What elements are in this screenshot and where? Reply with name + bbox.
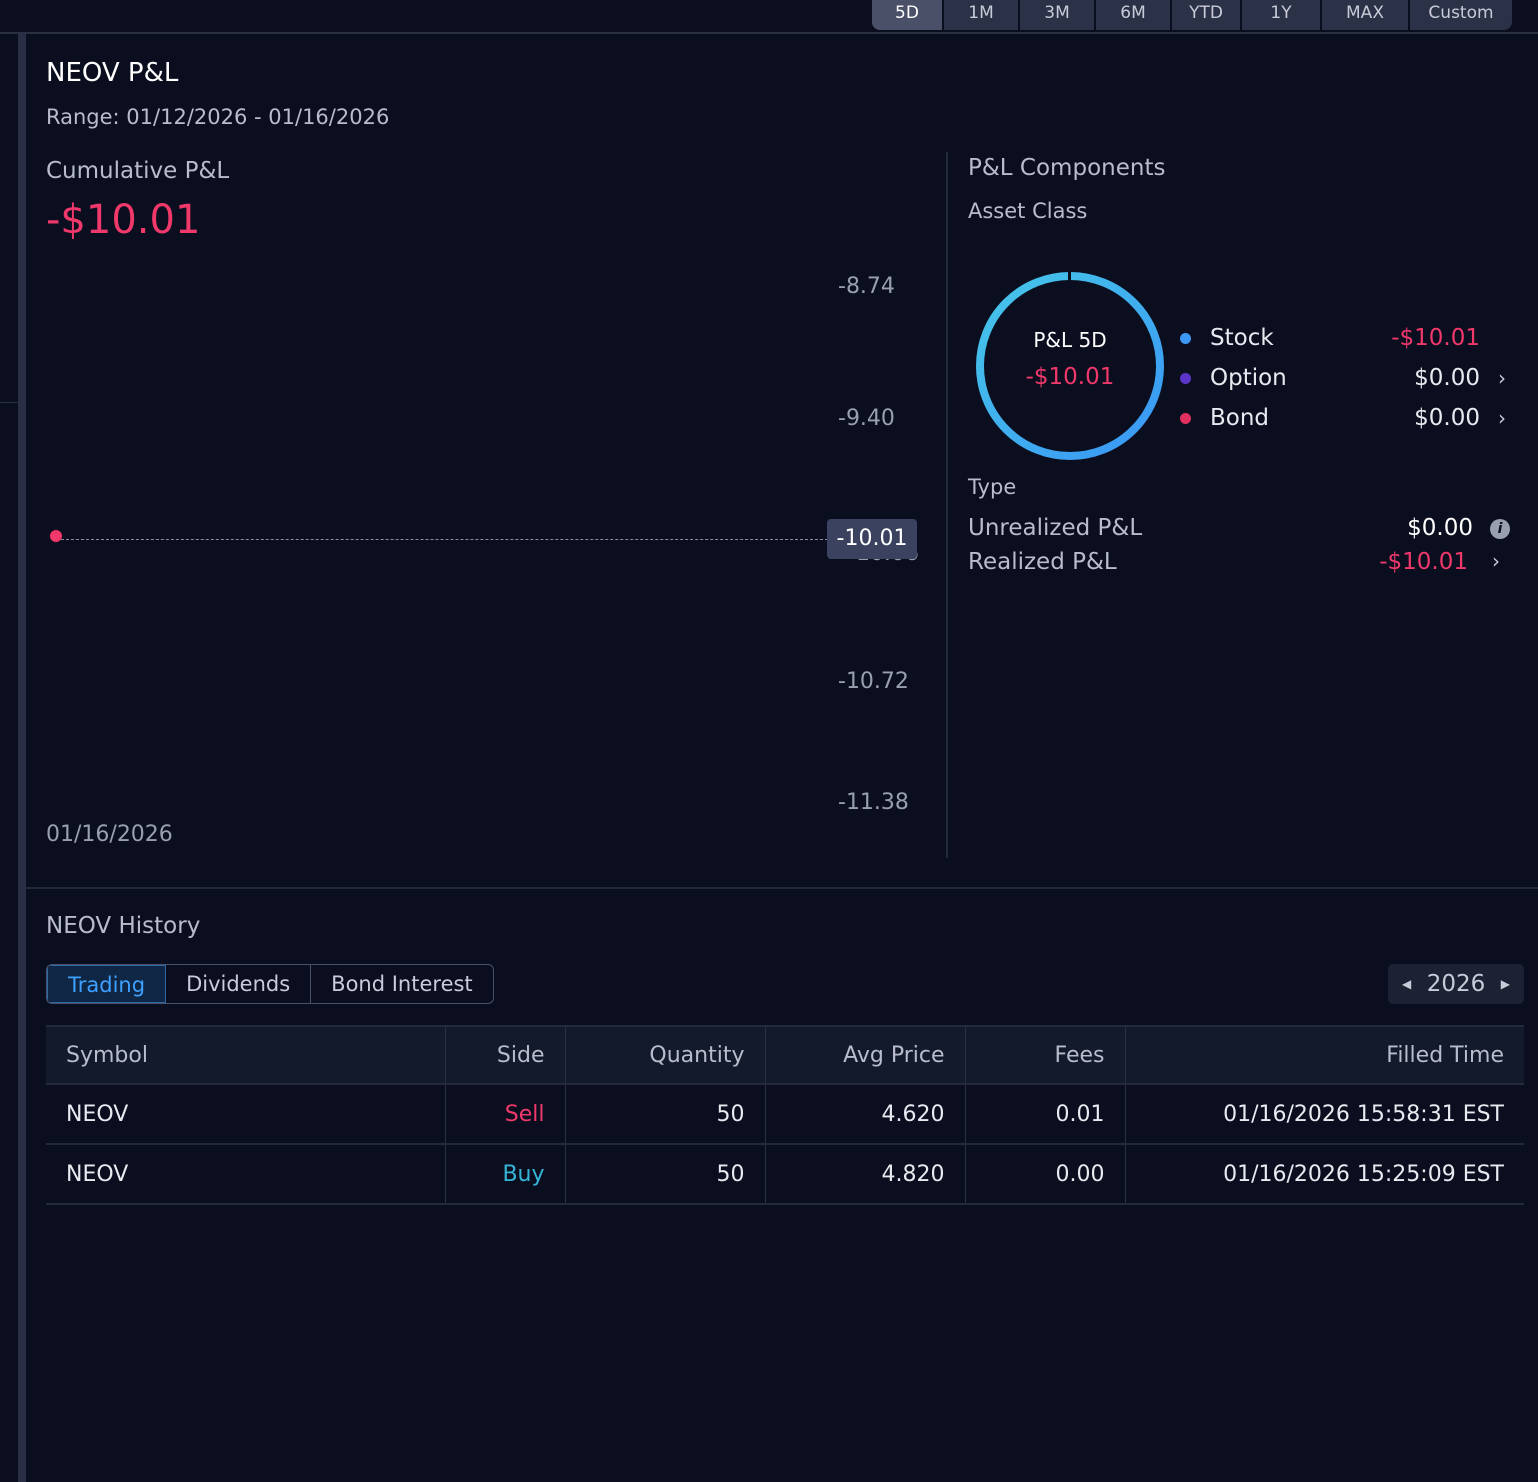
page-title: NEOV P&L	[46, 58, 179, 88]
legend-label: Bond	[1210, 405, 1270, 431]
col-avg-price[interactable]: Avg Price	[764, 1025, 965, 1085]
next-year-icon[interactable]: ▶	[1501, 977, 1510, 991]
range-tab-1m[interactable]: 1M	[944, 0, 1020, 30]
cell-fees: 0.00	[964, 1144, 1125, 1205]
legend-bond[interactable]: Bond $0.00 ›	[1180, 398, 1510, 438]
panel-resize-handle[interactable]	[18, 34, 26, 1482]
current-value-label: -10.01	[827, 519, 917, 559]
prev-year-icon[interactable]: ◀	[1402, 977, 1411, 991]
legend-label: Stock	[1210, 325, 1274, 351]
realized-value: -$10.01	[1379, 549, 1468, 575]
donut-value: -$10.01	[1025, 364, 1115, 390]
cell-symbol: NEOV	[46, 1144, 445, 1205]
tab-bond-interest[interactable]: Bond Interest	[311, 965, 493, 1003]
legend-stock: Stock -$10.01	[1180, 318, 1510, 358]
range-tab-5d[interactable]: 5D	[872, 0, 944, 30]
current-value-line	[56, 539, 828, 540]
col-symbol[interactable]: Symbol	[46, 1025, 445, 1085]
cumulative-value: -$10.01	[46, 197, 201, 243]
info-icon[interactable]: i	[1490, 519, 1510, 539]
y-tick: -11.38	[838, 790, 909, 815]
realized-label: Realized P&L	[968, 549, 1117, 575]
unrealized-value: $0.00	[1407, 515, 1473, 541]
type-label: Type	[968, 475, 1017, 499]
divider	[946, 152, 948, 858]
donut-title: P&L 5D	[1033, 328, 1107, 352]
cell-avg-price: 4.820	[764, 1144, 965, 1205]
cell-quantity: 50	[564, 1144, 765, 1205]
cell-side: Sell	[444, 1084, 565, 1145]
components-title: P&L Components	[968, 155, 1166, 181]
y-tick: -9.40	[838, 406, 895, 431]
unrealized-label: Unrealized P&L	[968, 515, 1143, 541]
cell-symbol: NEOV	[46, 1084, 445, 1145]
chevron-right-icon[interactable]: ›	[1498, 406, 1506, 430]
legend-label: Option	[1210, 365, 1287, 391]
col-filled-time[interactable]: Filled Time	[1124, 1025, 1524, 1085]
option-dot-icon	[1180, 372, 1191, 384]
date-range: Range: 01/12/2026 - 01/16/2026	[46, 105, 390, 129]
col-fees[interactable]: Fees	[964, 1025, 1125, 1085]
table-row[interactable]: NEOV Sell 50 4.620 0.01 01/16/2026 15:58…	[46, 1084, 1524, 1145]
stock-dot-icon	[1180, 332, 1191, 344]
tab-dividends[interactable]: Dividends	[166, 965, 312, 1003]
divider	[26, 887, 1538, 889]
asset-class-label: Asset Class	[968, 199, 1088, 223]
range-tab-6m[interactable]: 6M	[1096, 0, 1172, 30]
cell-side: Buy	[444, 1144, 565, 1205]
divider	[0, 402, 18, 403]
history-tabs: Trading Dividends Bond Interest	[46, 964, 494, 1004]
trades-table: Symbol Side Quantity Avg Price Fees Fill…	[46, 1025, 1524, 1205]
bond-dot-icon	[1180, 412, 1191, 424]
history-title: NEOV History	[46, 913, 201, 939]
year-value: 2026	[1426, 971, 1486, 997]
legend-option[interactable]: Option $0.00 ›	[1180, 358, 1510, 398]
data-point[interactable]	[50, 530, 62, 543]
range-tab-ytd[interactable]: YTD	[1172, 0, 1242, 30]
cell-avg-price: 4.620	[764, 1084, 965, 1145]
cell-filled-time: 01/16/2026 15:58:31 EST	[1124, 1084, 1524, 1145]
year-selector: ◀ 2026 ▶	[1388, 964, 1524, 1004]
divider	[0, 32, 1538, 34]
cell-filled-time: 01/16/2026 15:25:09 EST	[1124, 1144, 1524, 1205]
col-side[interactable]: Side	[444, 1025, 565, 1085]
legend-value: $0.00	[1414, 405, 1480, 431]
range-tabs: 5D 1M 3M 6M YTD 1Y MAX Custom	[872, 0, 1512, 30]
col-quantity[interactable]: Quantity	[564, 1025, 765, 1085]
tab-trading[interactable]: Trading	[47, 965, 167, 1003]
cell-quantity: 50	[564, 1084, 765, 1145]
x-tick: 01/16/2026	[46, 822, 173, 847]
range-tab-1y[interactable]: 1Y	[1242, 0, 1322, 30]
y-tick: -8.74	[838, 274, 895, 299]
chevron-right-icon[interactable]: ›	[1498, 366, 1506, 390]
range-tab-3m[interactable]: 3M	[1020, 0, 1096, 30]
table-row[interactable]: NEOV Buy 50 4.820 0.00 01/16/2026 15:25:…	[46, 1144, 1524, 1205]
cell-fees: 0.01	[964, 1084, 1125, 1145]
range-tab-custom[interactable]: Custom	[1410, 0, 1512, 30]
y-tick: -10.72	[838, 669, 909, 694]
legend-value: $0.00	[1414, 365, 1480, 391]
legend-value: -$10.01	[1391, 325, 1480, 351]
cumulative-label: Cumulative P&L	[46, 158, 230, 184]
chevron-right-icon[interactable]: ›	[1492, 549, 1500, 573]
range-tab-max[interactable]: MAX	[1322, 0, 1410, 30]
